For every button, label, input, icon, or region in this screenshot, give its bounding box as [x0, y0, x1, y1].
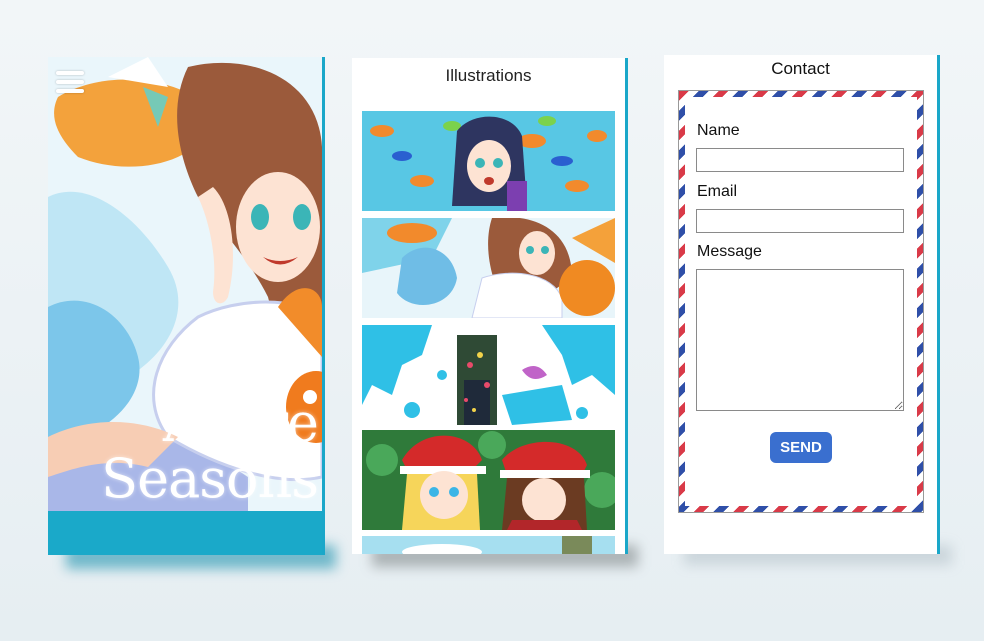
- contact-screen: Contact Name Email Message SEND: [664, 55, 940, 554]
- footer-bar: [48, 511, 322, 555]
- paint-splash-image: [362, 325, 615, 425]
- paint-splash-illustration[interactable]: [362, 325, 615, 425]
- message-field[interactable]: [696, 269, 904, 411]
- message-label: Message: [697, 243, 762, 260]
- christmas-couple-image: [362, 430, 615, 530]
- gallery-screen[interactable]: Illustrations: [352, 58, 628, 554]
- name-label: Name: [697, 122, 740, 139]
- goldfish-girl-image: [362, 218, 615, 318]
- hero-screen: Azure Seasons: [48, 57, 325, 555]
- fish-girl-image: [362, 111, 615, 211]
- site-title: Azure Seasons: [101, 391, 319, 510]
- gallery-heading: Illustrations: [445, 66, 532, 85]
- sky-illustration[interactable]: [362, 536, 615, 554]
- send-button[interactable]: SEND: [770, 432, 832, 463]
- goldfish-girl-illustration[interactable]: [362, 218, 615, 318]
- contact-form: Name Email Message SEND: [685, 97, 917, 506]
- hamburger-menu-icon[interactable]: [56, 71, 84, 93]
- sky-image: [362, 536, 615, 554]
- email-label: Email: [697, 183, 738, 200]
- site-title-line2: Seasons: [101, 447, 319, 510]
- name-field[interactable]: [696, 148, 904, 172]
- christmas-couple-illustration[interactable]: [362, 430, 615, 530]
- email-field[interactable]: [696, 209, 904, 233]
- site-title-line1: Azure: [163, 391, 319, 454]
- airmail-envelope-border: Name Email Message SEND: [678, 90, 924, 513]
- contact-heading: Contact: [771, 59, 830, 78]
- fish-girl-illustration[interactable]: [362, 111, 615, 211]
